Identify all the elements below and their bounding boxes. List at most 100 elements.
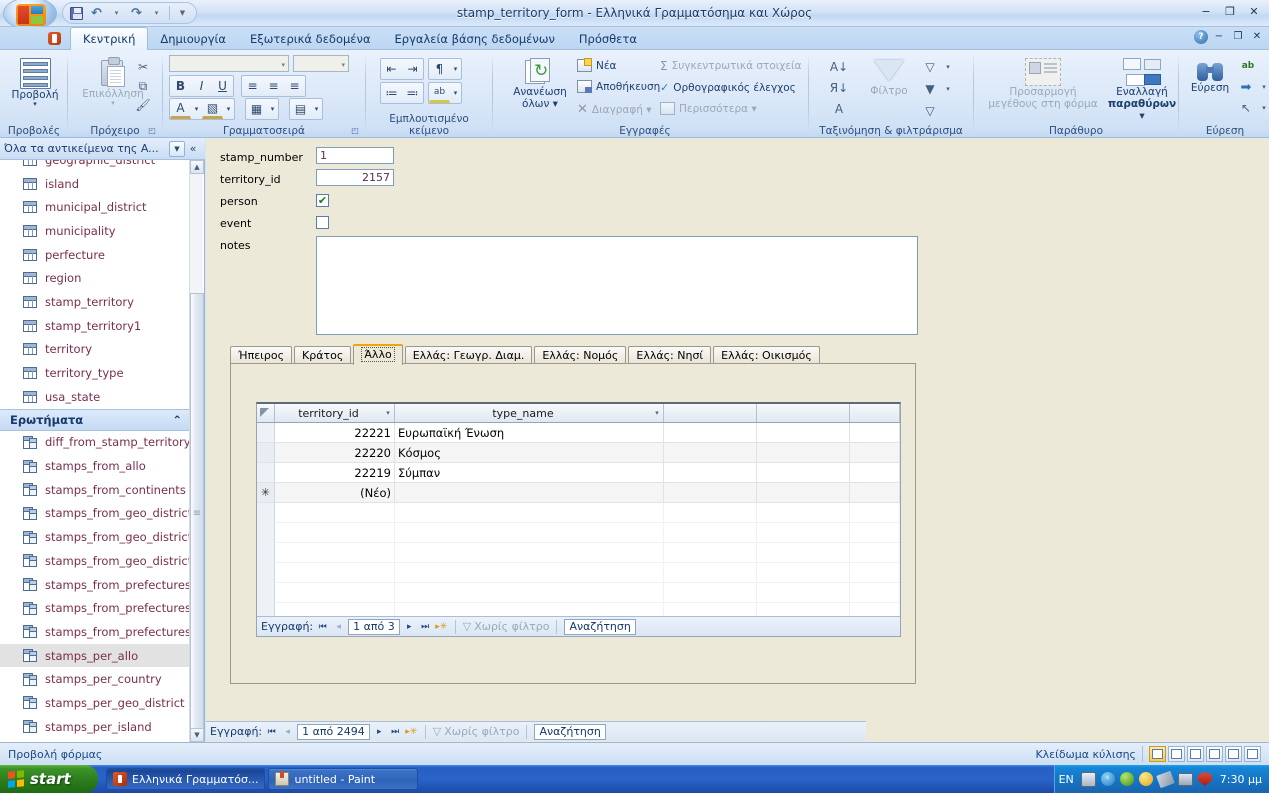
nav-item-table[interactable]: usa_state <box>0 385 190 409</box>
nav-item-query[interactable]: stamps_from_continents <box>0 478 190 502</box>
document-close-button[interactable]: ✕ <box>1249 29 1265 44</box>
taskbar-item-access[interactable]: Ελληνικά Γραμματόσ... <box>106 768 266 790</box>
advanced-filter-dropdown-icon[interactable]: ▾ <box>939 80 957 98</box>
font-name-combo[interactable]: ▾ <box>169 55 289 72</box>
delete-record-button[interactable]: ✕ Διαγραφή ▾ <box>577 102 652 117</box>
navigation-pane-scrollbar[interactable]: ▲ ▼ <box>189 160 204 742</box>
more-button[interactable]: Περισσότερα ▾ <box>660 102 757 115</box>
antivirus-icon[interactable] <box>1119 772 1134 786</box>
keyboard-icon[interactable] <box>1080 771 1096 787</box>
increase-indent-icon[interactable]: ⇥ <box>402 59 423 79</box>
table-row[interactable]: 22219 Σύμπαν <box>257 463 900 483</box>
fill-color-dropdown-icon[interactable]: ▾ <box>223 99 234 119</box>
scrollbar-thumb[interactable] <box>190 293 204 736</box>
nav-item-query-selected[interactable]: stamps_per_allo <box>0 643 190 668</box>
totals-button[interactable]: Σ Συγκεντρωτικά στοιχεία <box>660 59 802 73</box>
textarea-notes[interactable] <box>316 236 918 335</box>
scroll-up-icon[interactable]: ▲ <box>190 160 204 174</box>
nav-item-query[interactable]: stamps_from_geo_districts... <box>0 549 190 573</box>
replace-icon[interactable]: ab <box>1239 57 1257 75</box>
network-icon[interactable] <box>1177 772 1193 786</box>
record-position-input[interactable]: 1 από 2494 <box>297 723 370 740</box>
nav-item-query[interactable]: stamps_from_prefectures <box>0 573 190 597</box>
select-all-corner[interactable] <box>257 404 275 422</box>
column-header-type-name[interactable]: type_name ▾ <box>395 404 664 422</box>
clock[interactable]: 7:30 μμ <box>1220 773 1262 786</box>
sort-descending-icon[interactable]: Я↓ <box>827 79 851 97</box>
copy-icon[interactable]: ⧉ <box>134 77 152 95</box>
tab-create[interactable]: Δημιουργία <box>148 29 238 50</box>
filter-status[interactable]: ▽ Χωρίς φίλτρο <box>433 725 520 738</box>
customize-qat-icon[interactable]: ▼ <box>173 4 192 22</box>
cut-icon[interactable]: ✂ <box>134 58 152 76</box>
bullet-list-icon[interactable]: ≕ <box>402 83 423 103</box>
input-stamp-number[interactable]: 1 <box>316 147 394 164</box>
cell-type-name-new[interactable] <box>395 483 664 503</box>
first-record-icon[interactable]: ⏮ <box>265 727 278 737</box>
nav-item-table[interactable]: island <box>0 172 190 196</box>
column-dropdown-icon[interactable]: ▾ <box>651 409 663 417</box>
spelling-button[interactable]: ✓ Ορθογραφικός έλεγχος <box>660 81 796 94</box>
font-color-dropdown-icon[interactable]: ▾ <box>191 99 202 119</box>
tab-home[interactable]: Κεντρική <box>70 27 149 50</box>
minimize-button[interactable]: − <box>1195 3 1217 20</box>
row-selector[interactable] <box>257 443 275 463</box>
underline-button[interactable]: U <box>212 76 233 96</box>
nav-item-query[interactable]: diff_from_stamp_territory1 <box>0 431 190 455</box>
select-icon[interactable]: ↖ <box>1237 99 1255 117</box>
new-record-icon[interactable]: ▸✳ <box>405 727 418 737</box>
apply-filter-icon[interactable]: ▽ <box>921 102 939 120</box>
cell-type-name[interactable]: Κόσμος <box>395 443 664 463</box>
taskbar-item-paint[interactable]: untitled - Paint <box>268 768 419 790</box>
table-row[interactable]: 22221 Ευρωπαϊκή Ένωση <box>257 423 900 443</box>
gridlines-icon[interactable]: ▦ <box>246 99 267 119</box>
tab-allo[interactable]: Άλλο <box>353 344 403 365</box>
search-input[interactable]: Αναζήτηση <box>564 618 636 635</box>
nav-item-table[interactable]: territory_type <box>0 361 190 385</box>
scroll-down-icon[interactable]: ▼ <box>190 728 204 742</box>
alternate-fill-dropdown-icon[interactable]: ▾ <box>311 99 322 119</box>
gridlines-dropdown-icon[interactable]: ▾ <box>267 99 278 119</box>
language-indicator[interactable]: EN <box>1059 773 1074 786</box>
nav-item-table[interactable]: stamp_territory <box>0 290 190 314</box>
chevron-up-icon[interactable]: ⌃ <box>172 413 182 427</box>
format-painter-icon[interactable]: 🖌 <box>134 96 152 114</box>
form-view-button[interactable] <box>1149 746 1166 762</box>
restore-button[interactable]: ❐ <box>1219 3 1241 20</box>
undo-icon[interactable]: ↶ <box>87 4 106 22</box>
filter-button[interactable]: Φίλτρο <box>863 60 915 97</box>
input-territory-id[interactable]: 2157 <box>316 169 394 186</box>
updates-icon[interactable] <box>1138 772 1153 786</box>
start-button[interactable]: start <box>0 765 98 793</box>
save-icon[interactable] <box>67 4 86 22</box>
align-right-button[interactable]: ≡ <box>284 76 305 96</box>
font-color-icon[interactable]: A <box>170 99 191 119</box>
switch-windows-button[interactable]: Εναλλαγή παραθύρων ▾ <box>1104 58 1180 122</box>
numbered-list-icon[interactable]: ≔ <box>381 83 402 103</box>
nav-item-query[interactable]: stamps_from_geo_districts... <box>0 525 190 549</box>
search-input[interactable]: Αναζήτηση <box>534 723 606 740</box>
nav-item-table[interactable]: territory <box>0 338 190 362</box>
nav-item-table[interactable]: geographic_district <box>0 160 190 172</box>
new-record-icon[interactable]: ▸✳ <box>435 622 448 632</box>
nav-item-table[interactable]: municipality <box>0 219 190 243</box>
goto-icon[interactable]: ➡ <box>1237 78 1255 96</box>
align-center-button[interactable]: ≡ <box>263 76 284 96</box>
highlight-dropdown-icon[interactable]: ▾ <box>450 83 461 103</box>
size-to-fit-form-button[interactable]: Προσαρμογή μεγέθους στη φόρμα <box>984 58 1102 110</box>
align-left-button[interactable]: ≡ <box>242 76 263 96</box>
last-record-icon[interactable]: ⏭ <box>419 622 432 632</box>
nav-item-query[interactable]: stamps_per_island <box>0 715 190 739</box>
column-dropdown-icon[interactable]: ▾ <box>382 409 394 417</box>
tab-database-tools[interactable]: Εργαλεία βάσης δεδομένων <box>383 29 567 50</box>
navigation-object-list[interactable]: geographic_district island municipal_dis… <box>0 160 190 742</box>
navigation-pane-header[interactable]: Όλα τα αντικείμενα της A... ▼ « <box>0 138 205 160</box>
new-record-button[interactable]: Νέα <box>577 58 616 72</box>
highlight-icon[interactable]: ab <box>429 83 450 103</box>
pen-icon[interactable] <box>1156 770 1175 788</box>
cell-territory-id[interactable]: 22220 <box>275 443 395 463</box>
last-record-icon[interactable]: ⏭ <box>389 727 402 737</box>
refresh-all-button[interactable]: ↻ Ανανέωση όλων ▾ <box>509 58 571 110</box>
show-hidden-icons-icon[interactable]: ‹ <box>1100 772 1115 786</box>
nav-item-query[interactable]: stamps_from_allo <box>0 454 190 478</box>
